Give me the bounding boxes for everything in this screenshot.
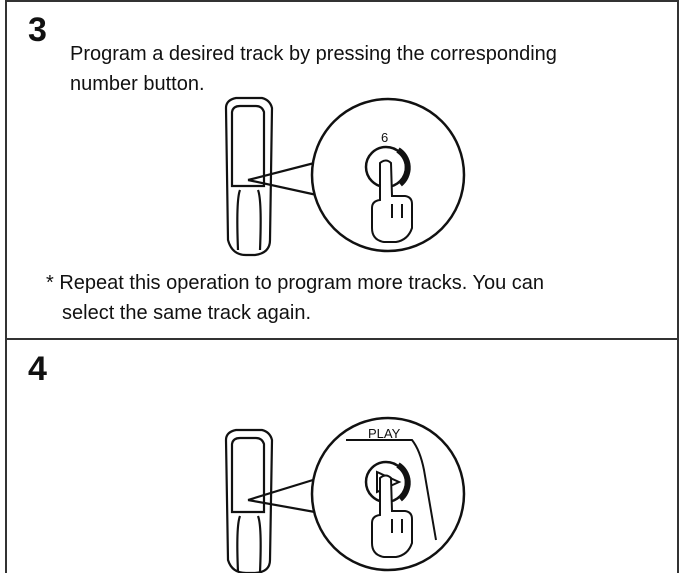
step-4-illustration	[224, 416, 466, 573]
play-label: PLAY	[368, 426, 401, 441]
remote-control-icon	[224, 428, 274, 573]
manual-page: 3 Program a desired track by pressing th…	[0, 0, 686, 573]
